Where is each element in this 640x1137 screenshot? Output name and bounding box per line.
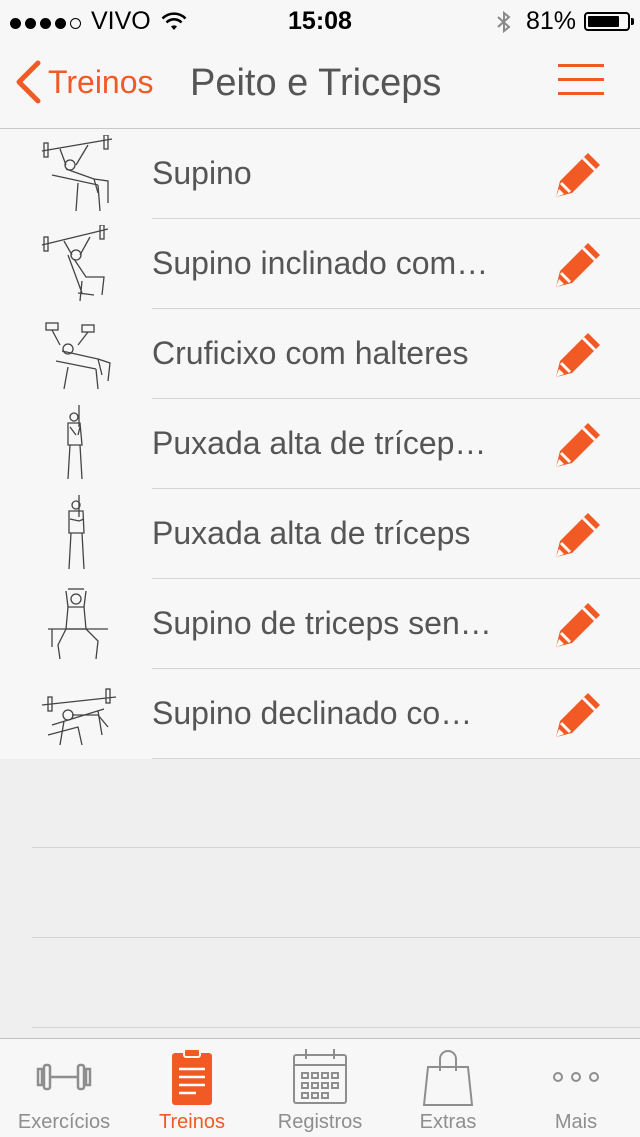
dumbbell-icon [36,1063,92,1091]
tab-extras[interactable]: Extras [384,1039,512,1137]
exercise-row[interactable]: Supino inclinado com… [0,219,640,309]
incline-bench-press-figure-icon [41,225,109,302]
tab-treinos[interactable]: Treinos [128,1039,256,1137]
navigation-bar: Treinos Peito e Triceps [0,40,640,129]
triceps-pushdown-figure-icon [68,495,85,570]
pencil-edit-icon[interactable] [548,327,606,385]
tab-mais[interactable]: Mais [512,1039,640,1137]
tab-label: Treinos [159,1111,225,1133]
seated-triceps-press-figure-icon [48,588,108,660]
bluetooth-icon [497,10,511,33]
status-bar: VIVO 15:08 81% [0,0,640,40]
pencil-edit-icon[interactable] [548,597,606,655]
pencil-edit-icon[interactable] [548,147,606,205]
tab-registros[interactable]: Registros [256,1039,384,1137]
tab-bar: Exercícios Treinos Registros Extras Mais [0,1038,640,1137]
exercise-name: Puxada alta de tríceps [152,515,471,551]
exercise-name: Supino declinado co… [152,695,473,731]
exercise-list: Supino Supino inclinado com… Cruficixo c… [0,129,640,759]
decline-bench-press-figure-icon [41,688,117,746]
exercise-row[interactable]: Puxada alta de tríceps [0,489,640,579]
empty-row-divider [32,847,640,848]
pencil-edit-icon[interactable] [548,417,606,475]
exercise-row[interactable]: Puxada alta de trícep… [0,399,640,489]
tab-label: Registros [277,1111,363,1133]
exercise-name: Supino de triceps sen… [152,605,492,641]
exercise-name: Cruficixo com halteres [152,335,469,371]
calendar-icon [293,1049,347,1104]
page-title: Peito e Triceps [190,62,442,104]
back-button[interactable]: Treinos [14,60,154,104]
exercise-name: Supino inclinado com… [152,245,489,281]
pencil-edit-icon[interactable] [548,237,606,295]
exercise-name: Supino [152,155,252,191]
row-divider [152,758,640,759]
exercise-row[interactable]: Cruficixo com halteres [0,309,640,399]
more-dots-icon [553,1072,599,1082]
triceps-pushdown-figure-icon [67,405,83,480]
status-right: 81% [496,7,634,36]
clipboard-icon [172,1048,212,1105]
tab-label: Extras [419,1111,477,1133]
empty-row-divider [32,937,640,938]
tab-exercicios[interactable]: Exercícios [0,1039,128,1137]
back-button-label: Treinos [48,63,154,100]
exercise-name: Puxada alta de trícep… [152,425,487,461]
tab-label: Mais [554,1111,598,1133]
exercise-row[interactable]: Supino [0,129,640,219]
pencil-edit-icon[interactable] [548,687,606,745]
pencil-edit-icon[interactable] [548,507,606,565]
exercise-row[interactable]: Supino declinado co… [0,669,640,759]
battery-percent: 81% [525,7,576,35]
hamburger-menu-icon[interactable] [558,64,604,102]
battery-icon [584,12,634,31]
empty-row-divider [32,1027,640,1028]
exercise-row[interactable]: Supino de triceps sen… [0,579,640,669]
bench-press-figure-icon [41,135,113,212]
tab-label: Exercícios [17,1111,111,1133]
chevron-left-icon [16,60,41,104]
dumbbell-fly-figure-icon [45,322,111,390]
shopping-bag-icon [422,1050,474,1106]
